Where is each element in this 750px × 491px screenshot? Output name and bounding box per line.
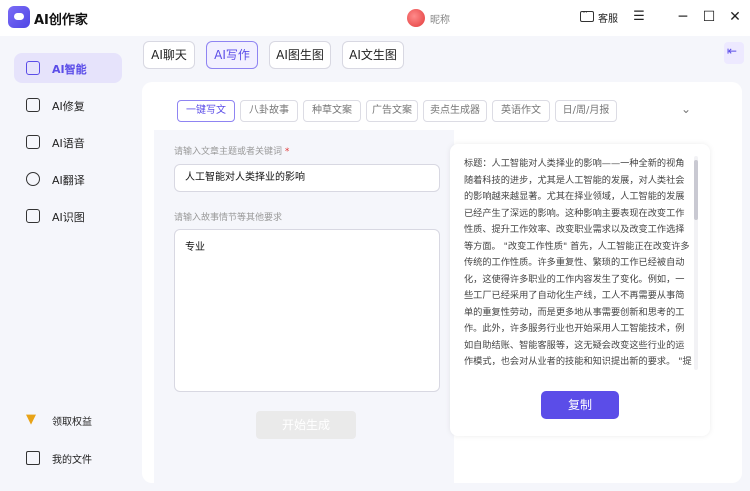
sidebar-item-ai-smart[interactable]: AI智能 bbox=[14, 53, 122, 83]
sidebar: AI智能 AI修复 AI语音 AI翻译 AI识图 ▼ 领取权益 我的文件 bbox=[0, 36, 132, 491]
sidebar-item-label: 我的文件 bbox=[52, 455, 92, 466]
sidebar-item-ai-voice[interactable]: AI语音 bbox=[14, 127, 122, 157]
ai-smart-icon bbox=[26, 61, 40, 75]
sidebar-item-claim-benefits[interactable]: ▼ 领取权益 bbox=[14, 407, 122, 433]
topic-label: 请输入文章主题或者关键词 * bbox=[174, 147, 290, 157]
subtab-product-promotion[interactable]: 种草文案 bbox=[303, 100, 361, 122]
user-avatar[interactable] bbox=[407, 9, 425, 27]
subtab-one-click-writing[interactable]: 一键写文 bbox=[177, 100, 235, 122]
sidebar-item-ai-image-recognition[interactable]: AI识图 bbox=[14, 201, 122, 231]
ai-image-recognition-icon bbox=[26, 209, 40, 223]
app-logo-icon bbox=[8, 6, 30, 28]
sidebar-item-label: AI修复 bbox=[52, 100, 85, 113]
ai-repair-icon bbox=[26, 98, 40, 112]
sidebar-item-label: AI智能 bbox=[52, 63, 87, 76]
minimize-icon[interactable]: ─ bbox=[676, 10, 690, 24]
ai-voice-icon bbox=[26, 135, 40, 149]
main-panel: 一键写文 八卦故事 种草文案 广告文案 卖点生成器 英语作文 日/周/月报 ⌄ … bbox=[142, 82, 742, 483]
scrollbar-thumb[interactable] bbox=[694, 160, 698, 220]
output-scrollbar[interactable] bbox=[694, 156, 698, 370]
topic-input[interactable]: 人工智能对人类择业的影响 bbox=[174, 164, 440, 192]
sidebar-item-label: AI翻译 bbox=[52, 174, 85, 187]
generated-text: 标题：人工智能对人类择业的影响——一种全新的视角 随着科技的进步，尤其是人工智能… bbox=[464, 158, 692, 367]
subtab-english-essay[interactable]: 英语作文 bbox=[492, 100, 550, 122]
chevron-down-icon[interactable]: ⌄ bbox=[681, 102, 691, 116]
generate-button[interactable]: 开始生成 bbox=[256, 411, 356, 439]
gift-icon: ▼ bbox=[26, 412, 36, 427]
customer-service-icon[interactable] bbox=[580, 8, 594, 22]
subtab-gossip-story[interactable]: 八卦故事 bbox=[240, 100, 298, 122]
user-name[interactable]: 昵称 bbox=[430, 11, 450, 26]
tab-ai-text-to-image[interactable]: AI文生图 bbox=[342, 41, 404, 69]
requirements-label: 请输入故事情节等其他要求 bbox=[174, 213, 283, 223]
tab-ai-chat[interactable]: AI聊天 bbox=[143, 41, 195, 69]
tab-ai-writing[interactable]: AI写作 bbox=[206, 41, 258, 69]
requirements-textarea[interactable]: 专业 bbox=[174, 229, 440, 392]
sidebar-item-label: AI语音 bbox=[52, 137, 85, 150]
sidebar-item-ai-translate[interactable]: AI翻译 bbox=[14, 164, 122, 194]
subtab-selling-point-generator[interactable]: 卖点生成器 bbox=[423, 100, 487, 122]
sidebar-item-label: 领取权益 bbox=[52, 417, 92, 428]
ai-translate-icon bbox=[26, 172, 40, 186]
app-title: AI创作家 bbox=[34, 13, 88, 28]
folder-icon bbox=[26, 451, 40, 465]
sidebar-item-label: AI识图 bbox=[52, 211, 85, 224]
customer-service-label[interactable]: 客服 bbox=[598, 10, 618, 25]
tab-ai-image-to-image[interactable]: AI图生图 bbox=[269, 41, 331, 69]
sidebar-item-my-files[interactable]: 我的文件 bbox=[14, 445, 122, 471]
output-card: 标题：人工智能对人类择业的影响——一种全新的视角 随着科技的进步，尤其是人工智能… bbox=[450, 144, 710, 436]
subtab-daily-weekly-monthly-report[interactable]: 日/周/月报 bbox=[555, 100, 617, 122]
subtab-ad-copy[interactable]: 广告文案 bbox=[366, 100, 418, 122]
collapse-panel-button[interactable] bbox=[724, 42, 744, 64]
close-icon[interactable]: ✕ bbox=[728, 10, 742, 24]
maximize-icon[interactable]: ☐ bbox=[702, 10, 716, 24]
hamburger-menu-icon[interactable]: ☰ bbox=[632, 10, 646, 24]
sidebar-item-ai-repair[interactable]: AI修复 bbox=[14, 90, 122, 120]
title-bar: AI创作家 昵称 客服 ☰ ─ ☐ ✕ bbox=[0, 0, 750, 36]
copy-button[interactable]: 复制 bbox=[541, 391, 619, 419]
